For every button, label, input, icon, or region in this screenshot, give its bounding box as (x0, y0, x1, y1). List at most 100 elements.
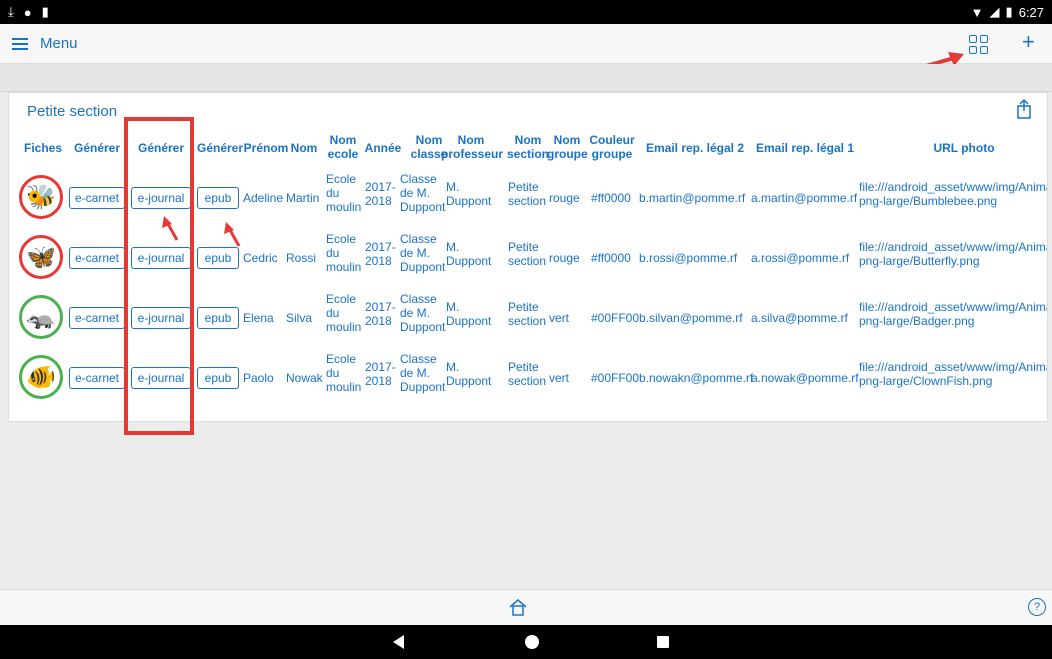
header-nom-professeur: Nom professeur (441, 133, 504, 161)
butterfly-avatar-icon[interactable]: 🦋 (19, 235, 63, 279)
app-bar: Menu + (0, 24, 1052, 64)
hamburger-menu-icon[interactable] (12, 37, 28, 50)
annee-cell: 2017-2018 (365, 300, 396, 328)
couleur-cell: #ff0000 (591, 191, 631, 205)
prenom-cell: Cedric (243, 251, 278, 265)
url-photo-cell: file:///android_asset/www/img/Anima png-… (859, 360, 1048, 388)
header-url-photo: URL photo (933, 141, 995, 155)
groupe-cell: vert (549, 371, 570, 385)
email-1-cell: a.nowak@pomme.rf (751, 371, 859, 385)
classe-cell: Classe de M. Duppont (400, 352, 446, 394)
nom-cell: Martin (286, 191, 320, 205)
professeur-cell: M. Duppont (446, 180, 492, 208)
e-carnet-button[interactable]: e-carnet (69, 187, 125, 209)
url-photo-cell: file:///android_asset/www/img/Anima png-… (859, 240, 1048, 268)
ecole-cell: Ecole du moulin (326, 352, 362, 394)
email-1-cell: a.silva@pomme.rf (751, 311, 848, 325)
annotation-arrow-icon (224, 222, 241, 247)
home-button-icon[interactable] (525, 635, 539, 649)
badger-avatar-icon[interactable]: 🦡 (19, 295, 63, 339)
header-couleur-groupe: Couleur groupe (589, 133, 635, 161)
header-annee: Année (364, 141, 402, 155)
section-cell: Petite section (508, 180, 547, 208)
section-cell: Petite section (508, 240, 547, 268)
epub-button[interactable]: epub (197, 367, 239, 389)
header-fiches: Fiches (23, 141, 62, 155)
nom-cell: Rossi (286, 251, 317, 265)
prenom-cell: Elena (243, 311, 274, 325)
epub-button[interactable]: epub (197, 247, 239, 269)
section-cell: Petite section (508, 360, 547, 388)
wifi-icon: ▼ (970, 4, 984, 20)
couleur-cell: #00FF00 (591, 311, 640, 325)
email-2-cell: b.nowakn@pomme.rf (639, 371, 754, 385)
download-icon: ⤓ (8, 4, 14, 19)
home-icon[interactable] (508, 598, 528, 616)
header-nom-groupe: Nom groupe (547, 133, 588, 161)
couleur-cell: #00FF00 (591, 371, 640, 385)
bee-avatar-icon[interactable]: 🐝 (19, 175, 63, 219)
header-generer-1: Générer (73, 141, 121, 155)
ecole-cell: Ecole du moulin (326, 292, 362, 334)
classe-cell: Classe de M. Duppont (400, 172, 446, 214)
bottom-bar: ? (0, 589, 1052, 625)
epub-button[interactable]: epub (197, 307, 239, 329)
clock: 6:27 (1018, 4, 1044, 20)
email-2-cell: b.martin@pomme.rf (639, 191, 746, 205)
professeur-cell: M. Duppont (446, 240, 492, 268)
nom-cell: Nowak (286, 371, 323, 385)
sd-card-icon: ▮ (41, 4, 49, 19)
annee-cell: 2017-2018 (365, 180, 396, 208)
couleur-cell: #ff0000 (591, 251, 631, 265)
email-2-cell: b.silvan@pomme.rf (639, 311, 743, 325)
add-icon[interactable]: + (1022, 29, 1035, 55)
ecole-cell: Ecole du moulin (326, 172, 362, 214)
header-email-1: Email rep. légal 1 (755, 141, 855, 155)
email-1-cell: a.martin@pomme.rf (751, 191, 858, 205)
back-icon[interactable] (393, 635, 404, 649)
prenom-cell: Adeline (243, 191, 284, 205)
annotation-highlight-box (124, 117, 194, 435)
classe-cell: Classe de M. Duppont (400, 292, 446, 334)
url-photo-cell: file:///android_asset/www/img/Anima png-… (859, 300, 1048, 328)
recent-apps-icon[interactable] (657, 636, 669, 648)
system-nav-bar (0, 625, 1052, 659)
annotation-arrow-icon (162, 216, 179, 241)
menu-label[interactable]: Menu (40, 35, 78, 52)
status-bar: ⤓ ● ▮ ▼ ◢ ▮ 6:27 (0, 0, 1052, 24)
email-2-cell: b.rossi@pomme.rf (639, 251, 738, 265)
section-title: Petite section (27, 103, 118, 120)
e-carnet-button[interactable]: e-carnet (69, 367, 125, 389)
epub-button[interactable]: epub (197, 187, 239, 209)
groupe-cell: rouge (549, 251, 580, 265)
e-carnet-button[interactable]: e-carnet (69, 247, 125, 269)
professeur-cell: M. Duppont (446, 360, 492, 388)
classe-cell: Classe de M. Duppont (400, 232, 446, 274)
header-nom-section: Nom section (506, 133, 549, 161)
help-icon[interactable]: ? (1028, 598, 1046, 616)
groupe-cell: rouge (549, 191, 580, 205)
prenom-cell: Paolo (243, 371, 274, 385)
header-generer-3: Générer (197, 141, 244, 155)
section-cell: Petite section (508, 300, 547, 328)
professeur-cell: M. Duppont (446, 300, 492, 328)
header-nom: Nom (290, 141, 318, 155)
clownfish-avatar-icon[interactable]: 🐠 (19, 355, 63, 399)
header-nom-ecole: Nom ecole (327, 133, 359, 161)
battery-icon: ▮ (1005, 4, 1013, 19)
nom-cell: Silva (286, 311, 313, 325)
annee-cell: 2017-2018 (365, 360, 396, 388)
header-email-2: Email rep. légal 2 (645, 141, 745, 155)
circle-icon: ● (23, 4, 32, 20)
share-icon[interactable] (1016, 99, 1032, 119)
email-1-cell: a.rossi@pomme.rf (751, 251, 850, 265)
e-carnet-button[interactable]: e-carnet (69, 307, 125, 329)
header-prenom: Prénom (243, 141, 289, 155)
ecole-cell: Ecole du moulin (326, 232, 362, 274)
toolbar-strip (0, 64, 1052, 92)
grid-view-icon[interactable] (969, 35, 989, 55)
signal-icon: ◢ (989, 4, 1000, 19)
annee-cell: 2017-2018 (365, 240, 396, 268)
url-photo-cell: file:///android_asset/www/img/Anima png-… (859, 180, 1048, 208)
groupe-cell: vert (549, 311, 570, 325)
